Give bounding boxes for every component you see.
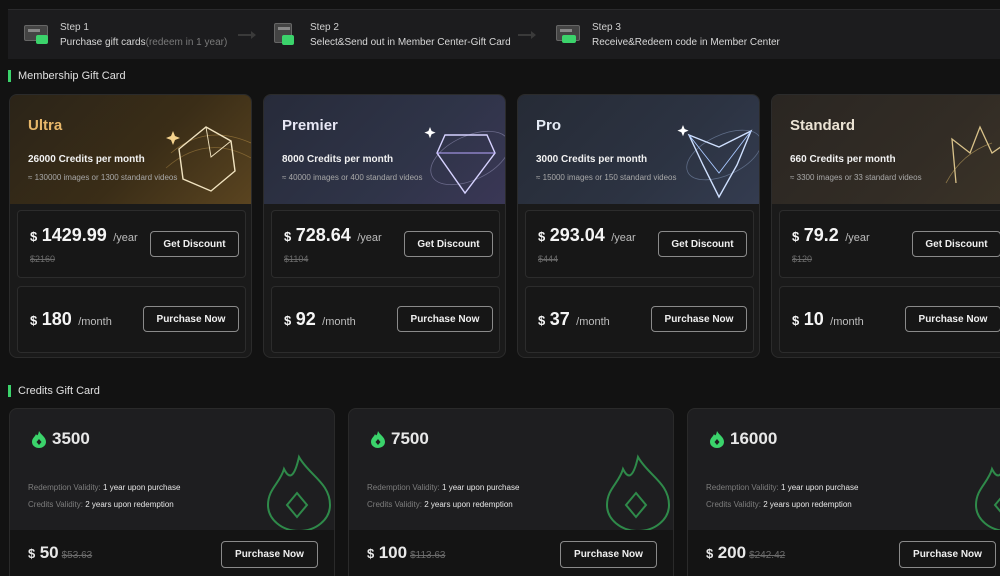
credits-card-7500: 7500 Redemption Validity: 1 year upon pu… xyxy=(348,408,674,576)
plan-name: Standard xyxy=(790,117,856,134)
cart-icon xyxy=(24,23,50,47)
get-discount-button[interactable]: Get Discount xyxy=(150,231,239,257)
membership-card-standard: Standard 660 Credits per month ≈ 3300 im… xyxy=(771,94,1000,358)
get-discount-button[interactable]: Get Discount xyxy=(404,231,493,257)
flame-watermark-icon xyxy=(266,454,332,532)
purchase-now-button[interactable]: Purchase Now xyxy=(899,541,996,568)
membership-card-premier: Premier 8000 Credits per month ≈ 40000 i… xyxy=(263,94,506,358)
plan-sub: ≈ 3300 images or 33 standard videos xyxy=(790,173,922,182)
plan-sub: ≈ 40000 images or 400 standard videos xyxy=(282,173,423,182)
credits-validity: Credits Validity: 2 years upon redemptio… xyxy=(706,500,852,509)
purchase-now-button[interactable]: Purchase Now xyxy=(905,306,1000,332)
yearly-price-box: $ 293.04 /year $444 Get Discount xyxy=(525,210,754,278)
step-text: Purchase gift cards xyxy=(60,37,146,48)
gem-icon xyxy=(165,126,251,192)
step-label: Step 2 xyxy=(310,22,339,33)
credits-price: $ 100 $113.63 xyxy=(367,543,446,562)
yearly-price: $ 1429.99 /year xyxy=(30,225,138,245)
plan-name: Ultra xyxy=(28,117,63,134)
plan-sub: ≈ 15000 images or 150 standard videos xyxy=(536,173,677,182)
plan-credits: 660 Credits per month xyxy=(790,154,896,165)
plan-sub: ≈ 130000 images or 1300 standard videos xyxy=(28,173,178,182)
gem-icon xyxy=(424,127,505,195)
card-footer: $ 200 $242.42 Purchase Now xyxy=(688,530,1000,576)
step-2: Step 2 Select&Send out in Member Center-… xyxy=(274,10,511,60)
redemption-validity: Redemption Validity: 1 year upon purchas… xyxy=(28,483,181,492)
flame-icon xyxy=(32,430,46,448)
yearly-price-box: $ 728.64 /year $1104 Get Discount xyxy=(271,210,500,278)
yearly-price-box: $ 1429.99 /year $2160 Get Discount xyxy=(17,210,246,278)
credits-card-3500: 3500 Redemption Validity: 1 year upon pu… xyxy=(9,408,335,576)
monthly-price: $ 10 /month xyxy=(792,309,864,329)
monthly-price-box: $ 37 /month Purchase Now xyxy=(525,286,754,353)
flame-watermark-icon xyxy=(605,454,671,532)
membership-card-ultra: Ultra 26000 Credits per month ≈ 130000 i… xyxy=(9,94,252,358)
step-label: Step 3 xyxy=(592,22,621,33)
arrow-icon xyxy=(238,31,256,39)
arrow-icon xyxy=(518,31,536,39)
plan-name: Premier xyxy=(282,117,338,134)
monthly-price: $ 37 /month xyxy=(538,309,610,329)
flame-icon xyxy=(710,430,724,448)
credits-amount: 3500 xyxy=(32,429,90,449)
yearly-price: $ 293.04 /year xyxy=(538,225,636,245)
membership-card-pro: Pro 3000 Credits per month ≈ 15000 image… xyxy=(517,94,760,358)
yearly-price: $ 79.2 /year xyxy=(792,225,870,245)
credits-card-16000: 16000 Redemption Validity: 1 year upon p… xyxy=(687,408,1000,576)
gift-box-icon xyxy=(274,23,300,47)
monthly-price: $ 92 /month xyxy=(284,309,356,329)
purchase-now-button[interactable]: Purchase Now xyxy=(651,306,747,332)
step-1: Step 1 Purchase gift cards(redeem in 1 y… xyxy=(24,10,227,60)
step-text: Select&Send out in Member Center-Gift Ca… xyxy=(310,37,511,48)
card-header: Ultra 26000 Credits per month ≈ 130000 i… xyxy=(10,95,251,204)
step-note: (redeem in 1 year) xyxy=(145,37,228,48)
credits-price: $ 200 $242.42 xyxy=(706,543,786,562)
gem-icon xyxy=(677,125,759,199)
credits-section-title: Credits Gift Card xyxy=(8,385,100,397)
yearly-price: $ 728.64 /year xyxy=(284,225,382,245)
credits-amount: 7500 xyxy=(371,429,429,449)
card-footer: $ 50 $53.63 Purchase Now xyxy=(10,530,334,576)
get-discount-button[interactable]: Get Discount xyxy=(658,231,747,257)
credits-validity: Credits Validity: 2 years upon redemptio… xyxy=(28,500,174,509)
yearly-price-box: $ 79.2 /year $120 Get Discount xyxy=(779,210,1000,278)
credits-amount: 16000 xyxy=(710,429,777,449)
monthly-price-box: $ 10 /month Purchase Now xyxy=(779,286,1000,353)
original-price: $2160 xyxy=(30,254,56,264)
plan-credits: 26000 Credits per month xyxy=(28,154,145,165)
step-3: Step 3 Receive&Redeem code in Member Cen… xyxy=(556,10,780,60)
flame-watermark-icon xyxy=(974,466,1000,532)
monthly-price-box: $ 180 /month Purchase Now xyxy=(17,286,246,353)
monthly-price: $ 180 /month xyxy=(30,309,112,329)
purchase-now-button[interactable]: Purchase Now xyxy=(221,541,318,568)
monthly-price-box: $ 92 /month Purchase Now xyxy=(271,286,500,353)
plan-name: Pro xyxy=(536,117,562,134)
original-price: $120 xyxy=(792,254,813,264)
redemption-validity: Redemption Validity: 1 year upon purchas… xyxy=(706,483,859,492)
membership-section-title: Membership Gift Card xyxy=(8,70,126,82)
flame-icon xyxy=(371,430,385,448)
step-label: Step 1 xyxy=(60,22,89,33)
crown-icon xyxy=(945,125,1000,184)
plan-credits: 3000 Credits per month xyxy=(536,154,648,165)
card-footer: $ 100 $113.63 Purchase Now xyxy=(349,530,673,576)
steps-bar: Step 1 Purchase gift cards(redeem in 1 y… xyxy=(8,9,1000,59)
purchase-now-button[interactable]: Purchase Now xyxy=(397,306,493,332)
redemption-validity: Redemption Validity: 1 year upon purchas… xyxy=(367,483,520,492)
card-header: Premier 8000 Credits per month ≈ 40000 i… xyxy=(264,95,505,204)
original-price: $1104 xyxy=(284,254,309,264)
purchase-now-button[interactable]: Purchase Now xyxy=(560,541,657,568)
get-discount-button[interactable]: Get Discount xyxy=(912,231,1000,257)
card-header: Standard 660 Credits per month ≈ 3300 im… xyxy=(772,95,1000,204)
purchase-now-button[interactable]: Purchase Now xyxy=(143,306,239,332)
credits-validity: Credits Validity: 2 years upon redemptio… xyxy=(367,500,513,509)
credits-price: $ 50 $53.63 xyxy=(28,543,93,562)
step-text: Receive&Redeem code in Member Center xyxy=(592,37,780,48)
redeem-code-icon xyxy=(556,23,582,47)
plan-credits: 8000 Credits per month xyxy=(282,154,394,165)
original-price: $444 xyxy=(538,254,559,264)
card-header: Pro 3000 Credits per month ≈ 15000 image… xyxy=(518,95,759,204)
